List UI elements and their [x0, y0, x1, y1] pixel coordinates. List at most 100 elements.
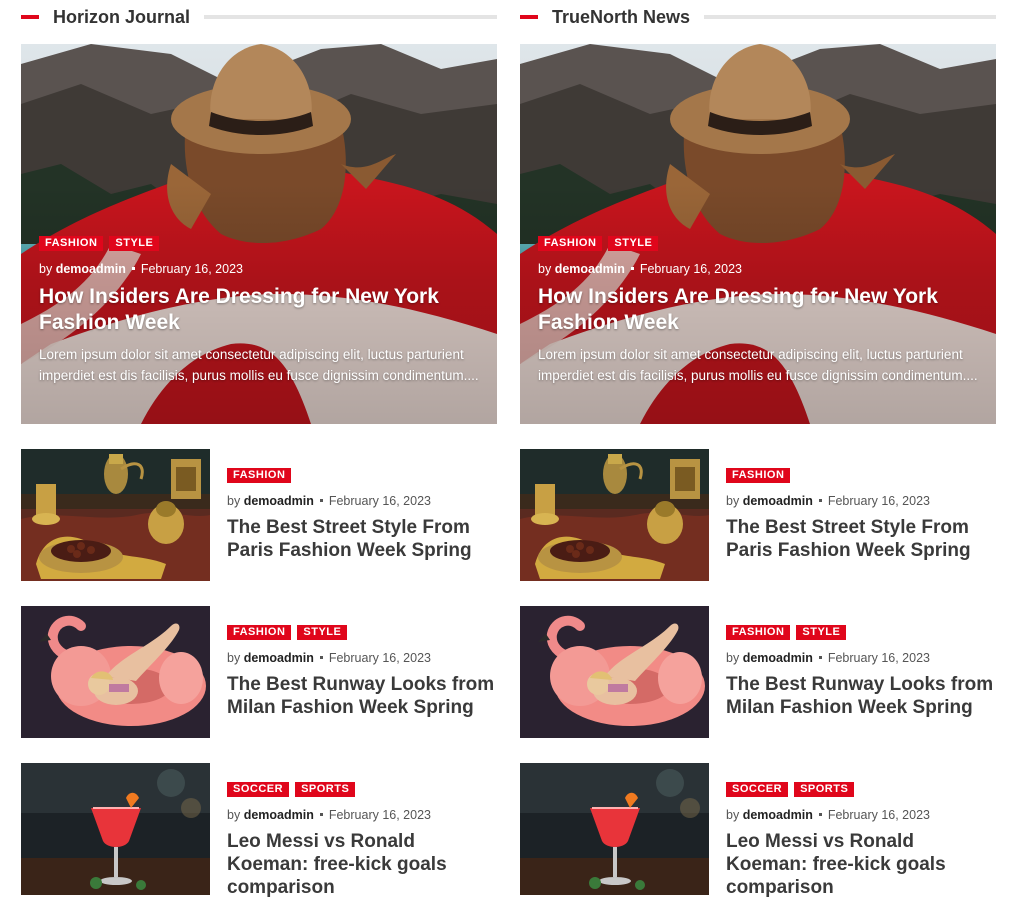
meta-separator	[319, 498, 323, 502]
article-thumbnail[interactable]	[21, 606, 210, 738]
by-label: by	[227, 651, 241, 665]
post-date[interactable]: February 16, 2023	[141, 262, 243, 276]
by-label: by	[227, 808, 241, 822]
section-accent-bar	[520, 15, 538, 19]
category-tag[interactable]: FASHION	[227, 468, 292, 483]
category-tag[interactable]: STYLE	[796, 625, 847, 640]
hero-article[interactable]: FASHION STYLE by demoadmin February 16, 20…	[520, 44, 996, 424]
hero-headline[interactable]: How Insiders Are Dressing for New York F…	[538, 284, 978, 336]
list-item: SOCCER SPORTS by demoadmin February 16, 20…	[21, 763, 497, 898]
category-tag[interactable]: FASHION	[726, 625, 791, 640]
category-tag[interactable]: STYLE	[109, 236, 160, 251]
by-label: by	[726, 651, 740, 665]
author-link[interactable]: demoadmin	[244, 494, 314, 508]
list-item: FASHION by demoadmin February 16, 2023 Th…	[21, 449, 497, 581]
article-body: SOCCER SPORTS by demoadmin February 16, 20…	[227, 782, 497, 899]
hero-content: FASHION STYLE by demoadmin February 16, 20…	[538, 236, 978, 386]
author-link[interactable]: demoadmin	[56, 262, 126, 276]
article-meta: by demoadmin February 16, 2023	[726, 651, 996, 665]
by-label: by	[726, 808, 740, 822]
hero-tags: FASHION STYLE	[39, 236, 479, 251]
author-link[interactable]: demoadmin	[555, 262, 625, 276]
category-tag[interactable]: FASHION	[726, 468, 791, 483]
meta-separator	[131, 266, 135, 270]
category-tag[interactable]: SOCCER	[227, 782, 290, 797]
article-body: SOCCER SPORTS by demoadmin February 16, 20…	[726, 782, 996, 899]
hero-excerpt: Lorem ipsum dolor sit amet consectetur a…	[538, 347, 978, 383]
article-thumbnail[interactable]	[21, 449, 210, 581]
article-body: FASHION STYLE by demoadmin February 16, 20…	[227, 625, 497, 719]
article-meta: by demoadmin February 16, 2023	[726, 494, 996, 508]
category-tag[interactable]: SPORTS	[794, 782, 855, 797]
article-tags: FASHION STYLE	[227, 625, 497, 640]
article-thumbnail[interactable]	[520, 763, 709, 895]
post-date[interactable]: February 16, 2023	[828, 651, 930, 665]
meta-separator	[630, 266, 634, 270]
category-tag[interactable]: FASHION	[227, 625, 292, 640]
category-tag[interactable]: STYLE	[608, 236, 659, 251]
article-thumbnail[interactable]	[520, 606, 709, 738]
category-tag[interactable]: FASHION	[538, 236, 603, 251]
author-link[interactable]: demoadmin	[244, 808, 314, 822]
post-date[interactable]: February 16, 2023	[329, 651, 431, 665]
author-link[interactable]: demoadmin	[743, 808, 813, 822]
post-date[interactable]: February 16, 2023	[329, 808, 431, 822]
article-body: FASHION by demoadmin February 16, 2023 Th…	[726, 468, 996, 562]
list-item: FASHION STYLE by demoadmin February 16, 20…	[520, 606, 996, 738]
author-link[interactable]: demoadmin	[743, 494, 813, 508]
article-headline[interactable]: The Best Runway Looks from Milan Fashion…	[227, 673, 497, 719]
article-tags: SOCCER SPORTS	[726, 782, 996, 797]
hero-meta: by demoadmin February 16, 2023	[538, 262, 978, 276]
article-headline[interactable]: The Best Street Style From Paris Fashion…	[227, 516, 497, 562]
category-tag[interactable]: FASHION	[39, 236, 104, 251]
article-tags: FASHION	[227, 468, 497, 483]
hero-tags: FASHION STYLE	[538, 236, 978, 251]
article-headline[interactable]: The Best Street Style From Paris Fashion…	[726, 516, 996, 562]
article-meta: by demoadmin February 16, 2023	[227, 651, 497, 665]
hero-meta: by demoadmin February 16, 2023	[39, 262, 479, 276]
post-date[interactable]: February 16, 2023	[828, 808, 930, 822]
article-body: FASHION STYLE by demoadmin February 16, 20…	[726, 625, 996, 719]
section-header: Horizon Journal	[21, 0, 497, 34]
author-link[interactable]: demoadmin	[743, 651, 813, 665]
post-date[interactable]: February 16, 2023	[640, 262, 742, 276]
article-meta: by demoadmin February 16, 2023	[227, 808, 497, 822]
by-label: by	[39, 262, 53, 276]
category-tag[interactable]: STYLE	[297, 625, 348, 640]
list-item: FASHION STYLE by demoadmin February 16, 20…	[21, 606, 497, 738]
meta-separator	[319, 655, 323, 659]
post-date[interactable]: February 16, 2023	[329, 494, 431, 508]
meta-separator	[818, 655, 822, 659]
meta-separator	[818, 498, 822, 502]
article-thumbnail[interactable]	[21, 763, 210, 895]
article-thumbnail[interactable]	[520, 449, 709, 581]
list-item: SOCCER SPORTS by demoadmin February 16, 20…	[520, 763, 996, 898]
section-title[interactable]: TrueNorth News	[552, 7, 704, 28]
list-item: FASHION by demoadmin February 16, 2023 Th…	[520, 449, 996, 581]
section-rule	[204, 15, 497, 19]
meta-separator	[818, 812, 822, 816]
section-header: TrueNorth News	[520, 0, 996, 34]
section-rule	[704, 15, 996, 19]
article-tags: FASHION STYLE	[726, 625, 996, 640]
category-tag[interactable]: SPORTS	[295, 782, 356, 797]
category-tag[interactable]: SOCCER	[726, 782, 789, 797]
article-headline[interactable]: The Best Runway Looks from Milan Fashion…	[726, 673, 996, 719]
hero-article[interactable]: FASHION STYLE by demoadmin February 16, 20…	[21, 44, 497, 424]
post-date[interactable]: February 16, 2023	[828, 494, 930, 508]
author-link[interactable]: demoadmin	[244, 651, 314, 665]
by-label: by	[538, 262, 552, 276]
by-label: by	[227, 494, 241, 508]
article-tags: SOCCER SPORTS	[227, 782, 497, 797]
news-column-truenorth: TrueNorth News FASHION STYLE by demoadmi…	[520, 0, 996, 898]
article-tags: FASHION	[726, 468, 996, 483]
article-body: FASHION by demoadmin February 16, 2023 Th…	[227, 468, 497, 562]
hero-content: FASHION STYLE by demoadmin February 16, 20…	[39, 236, 479, 386]
hero-excerpt: Lorem ipsum dolor sit amet consectetur a…	[39, 347, 479, 383]
article-headline[interactable]: Leo Messi vs Ronald Koeman: free-kick go…	[227, 830, 497, 899]
section-accent-bar	[21, 15, 39, 19]
hero-headline[interactable]: How Insiders Are Dressing for New York F…	[39, 284, 479, 336]
article-meta: by demoadmin February 16, 2023	[227, 494, 497, 508]
article-headline[interactable]: Leo Messi vs Ronald Koeman: free-kick go…	[726, 830, 996, 899]
section-title[interactable]: Horizon Journal	[53, 7, 204, 28]
